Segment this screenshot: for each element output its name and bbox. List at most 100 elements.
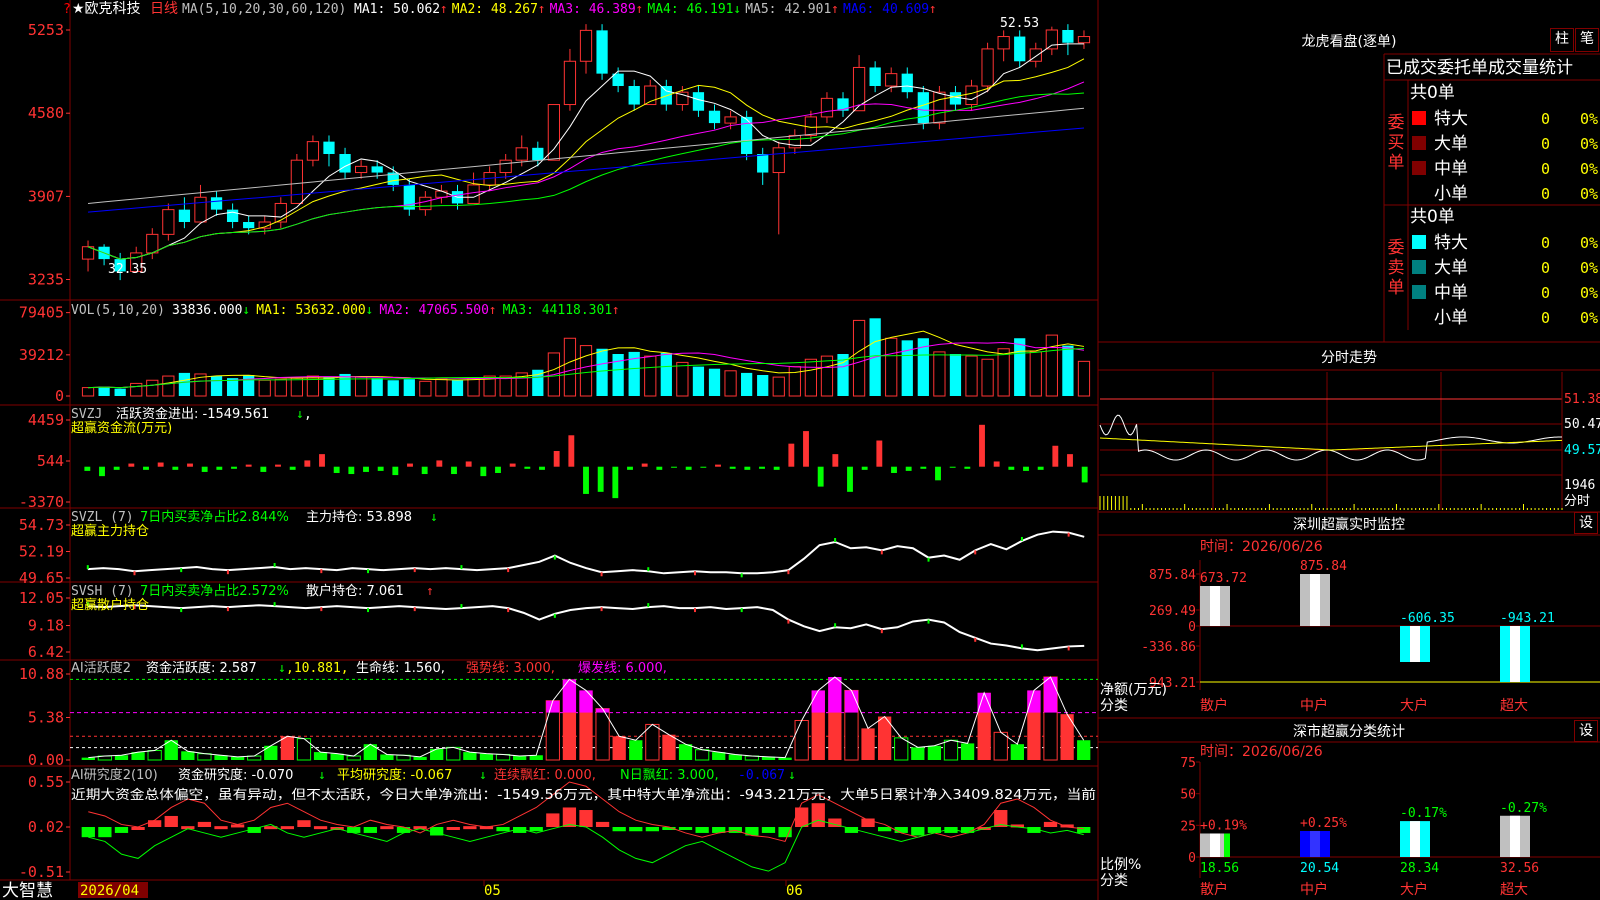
sz-stats-change: -0.17% [1400,806,1447,821]
volume-bar [885,337,898,397]
intraday-price-label: 50.47 [1564,417,1600,432]
svzj-bar [627,466,633,470]
chart-canvas[interactable]: 5253 4580 3907 3235 52.53 32.35? ★欧克科技 日线 MA(5,1… [0,0,1600,900]
ai-bar-top [1027,690,1041,713]
svzj-bar [495,466,501,473]
sell-row-name: 中单 [1434,283,1468,303]
volume-bar [419,380,432,397]
sz-stats-value: 18.56 [1200,861,1239,876]
sell-total: 共0单 [1410,207,1455,227]
candle-body [660,86,672,105]
intraday-price-label: 49.57 [1564,443,1600,458]
svzj-bar [788,443,795,467]
candle-body [243,222,255,229]
candle-body [419,196,432,211]
svzj-bar [671,466,677,468]
research-bar [877,827,892,832]
price-axis-label: 5253 [28,21,64,39]
candle-body [547,104,560,161]
ai-bar [612,736,626,760]
sell-label-char: 单 [1388,278,1405,298]
sz-monitor-bar-shine [1410,626,1420,663]
sz-monitor-time: 时间：2026/06/26 [1200,539,1323,555]
ma-value-3: MA3: 46.389 [550,2,636,17]
sell-row-pct: 0% [1580,284,1598,302]
sz-monitor-bar-shine [1210,586,1220,627]
sz-monitor-value: 875.84 [1300,559,1347,574]
svzj-bar [113,466,120,470]
svzj-bar [187,463,193,467]
ma-arrow-3: ↑ [635,2,643,17]
volume-bar [243,375,255,396]
ma-value-1: MA1: 50.062 [354,2,440,17]
vol-arrow-3: ↑ [612,303,620,318]
research-bar [546,813,560,827]
buy-row-swatch [1412,161,1426,175]
sell-row-name: 小单 [1434,308,1468,328]
svzj-bar [1081,466,1088,483]
sell-row-count: 0 [1541,309,1550,327]
volume-bar [403,379,415,396]
bar-mode-button[interactable]: 柱 [1550,28,1574,52]
candle-body [579,29,593,62]
research-bar [678,827,693,830]
ai-label-burst: 爆发线: 6.000, [578,660,667,676]
svzj-bar [245,464,252,467]
ma-value-5: MA5: 42.901 [745,2,831,17]
svzj-bar [172,466,179,470]
svzj-bar [333,466,340,473]
svzj-subtitle: 超赢资金流(万元) [71,420,172,436]
brand-label: 大智慧 [2,881,53,900]
svzj-bar [744,466,751,470]
ma-arrow-1: ↑ [440,2,448,17]
sz-stats-bar-edge [1224,833,1230,857]
volume-bar [757,375,769,396]
dragon-title: 龙虎看盘(逐单) [1302,33,1397,50]
ai-label-yellow: ,10.881, [286,661,349,676]
sell-row-count: 0 [1541,259,1550,277]
svsh-label-white: 散户持仓: 7.061 [306,583,404,599]
svzj-bar [84,466,91,471]
intraday-title: 分时走势 [1321,350,1377,366]
svsh_panel-line [87,604,1085,652]
research-bar [1043,821,1058,827]
candle-body [965,85,978,106]
sz-stats-value: 32.56 [1500,861,1539,876]
candle-body [354,165,368,174]
svzl_panel-axis-label: 52.19 [19,543,64,561]
volume-bar [114,388,126,396]
candle-body [917,92,929,124]
ai-bar [197,753,212,761]
research-bar [629,827,643,832]
research-label-white: 资金研究度: -0.070 [178,767,293,783]
sz-monitor-axis-label: 269.49 [1149,604,1196,619]
sz-monitor-category: 中户 [1300,697,1328,714]
svzj-bar [348,466,355,475]
candle-body [435,190,448,198]
svsh-subtitle: 超赢散户持仓 [71,597,149,613]
research-axis-label: 0.55 [28,773,64,791]
ma-line-5 [87,43,1084,260]
candle-body [933,91,946,124]
svzj-axis-label: -3370 [19,493,64,511]
sell-row-count: 0 [1541,234,1550,252]
ai-bar [313,752,328,760]
volume-bar [323,377,335,396]
sell-row-swatch [1412,235,1426,249]
research-label-yellow: 平均研究度: -0.067 [337,767,452,783]
sz-stats-axis-label: 25 [1180,819,1196,834]
buy-total: 共0单 [1410,83,1455,103]
buy-row-pct: 0% [1580,135,1598,153]
volume-bar [596,348,608,396]
research-bar [911,827,925,836]
ai-bar [861,728,875,760]
candle-body [708,110,721,124]
sz-stats-settings-button[interactable]: 设 [1574,720,1598,742]
sz-stats-category: 大户 [1400,881,1428,898]
tick-mode-button[interactable]: 笔 [1575,28,1599,52]
sz-stats-bar-shine [1410,821,1420,857]
svzj-tail: , [304,407,312,422]
research-arrow1: ↓ [318,768,326,783]
sz-monitor-settings-button[interactable]: 设 [1574,512,1598,534]
ai-bar [81,757,95,760]
